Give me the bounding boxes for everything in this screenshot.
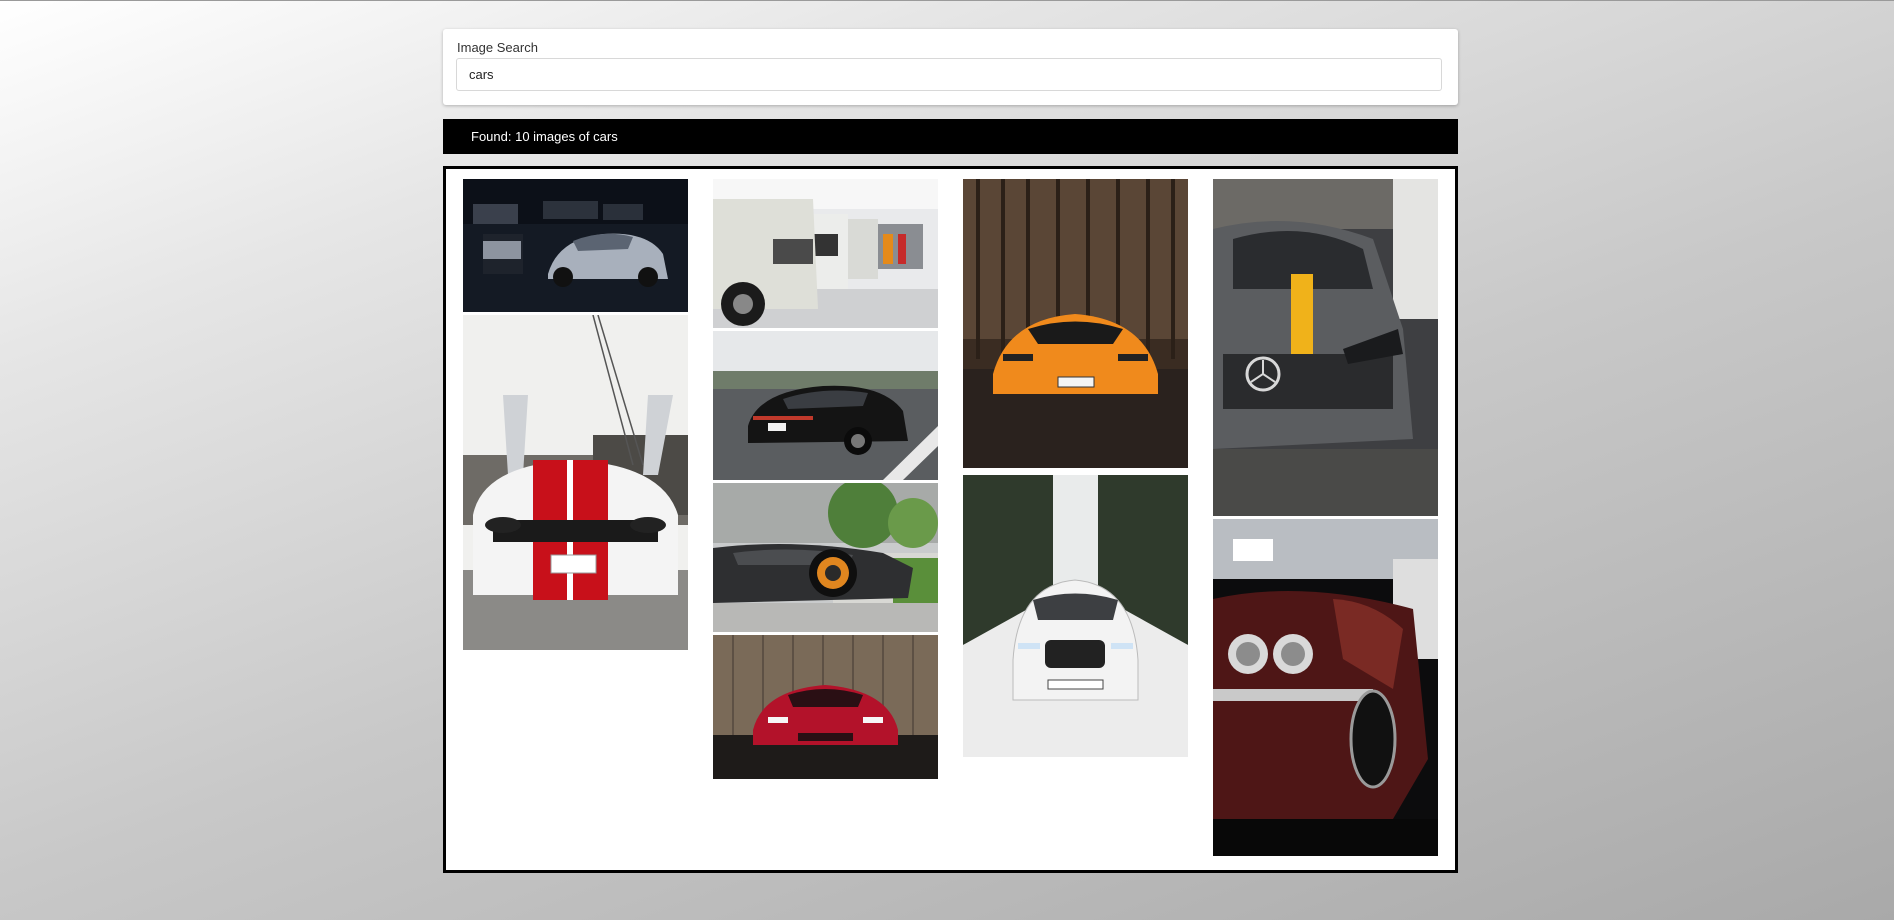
- image-tile[interactable]: [1213, 519, 1438, 856]
- search-input[interactable]: [456, 58, 1442, 91]
- car-image: [963, 179, 1188, 468]
- image-tile[interactable]: [463, 179, 688, 312]
- image-tile[interactable]: [713, 179, 938, 328]
- car-image: [1213, 179, 1438, 516]
- results-summary-bar: Found: 10 images of cars: [443, 119, 1458, 154]
- car-image: [963, 475, 1188, 757]
- results-summary-text: Found: 10 images of cars: [471, 129, 618, 144]
- car-image: [463, 179, 688, 312]
- car-image: [713, 635, 938, 779]
- car-image: [713, 483, 938, 632]
- image-tile[interactable]: [463, 315, 688, 650]
- image-tile[interactable]: [713, 331, 938, 480]
- image-gallery: [443, 166, 1458, 873]
- image-tile[interactable]: [963, 179, 1188, 468]
- image-tile[interactable]: [1213, 179, 1438, 516]
- top-divider: [0, 0, 1894, 1]
- search-label: Image Search: [457, 40, 538, 55]
- car-image: [713, 331, 938, 480]
- image-tile[interactable]: [713, 635, 938, 779]
- car-image: [1213, 519, 1438, 856]
- search-card: Image Search: [443, 29, 1458, 105]
- car-image: [463, 315, 688, 650]
- image-tile[interactable]: [963, 475, 1188, 757]
- image-tile[interactable]: [713, 483, 938, 632]
- car-image: [713, 179, 938, 328]
